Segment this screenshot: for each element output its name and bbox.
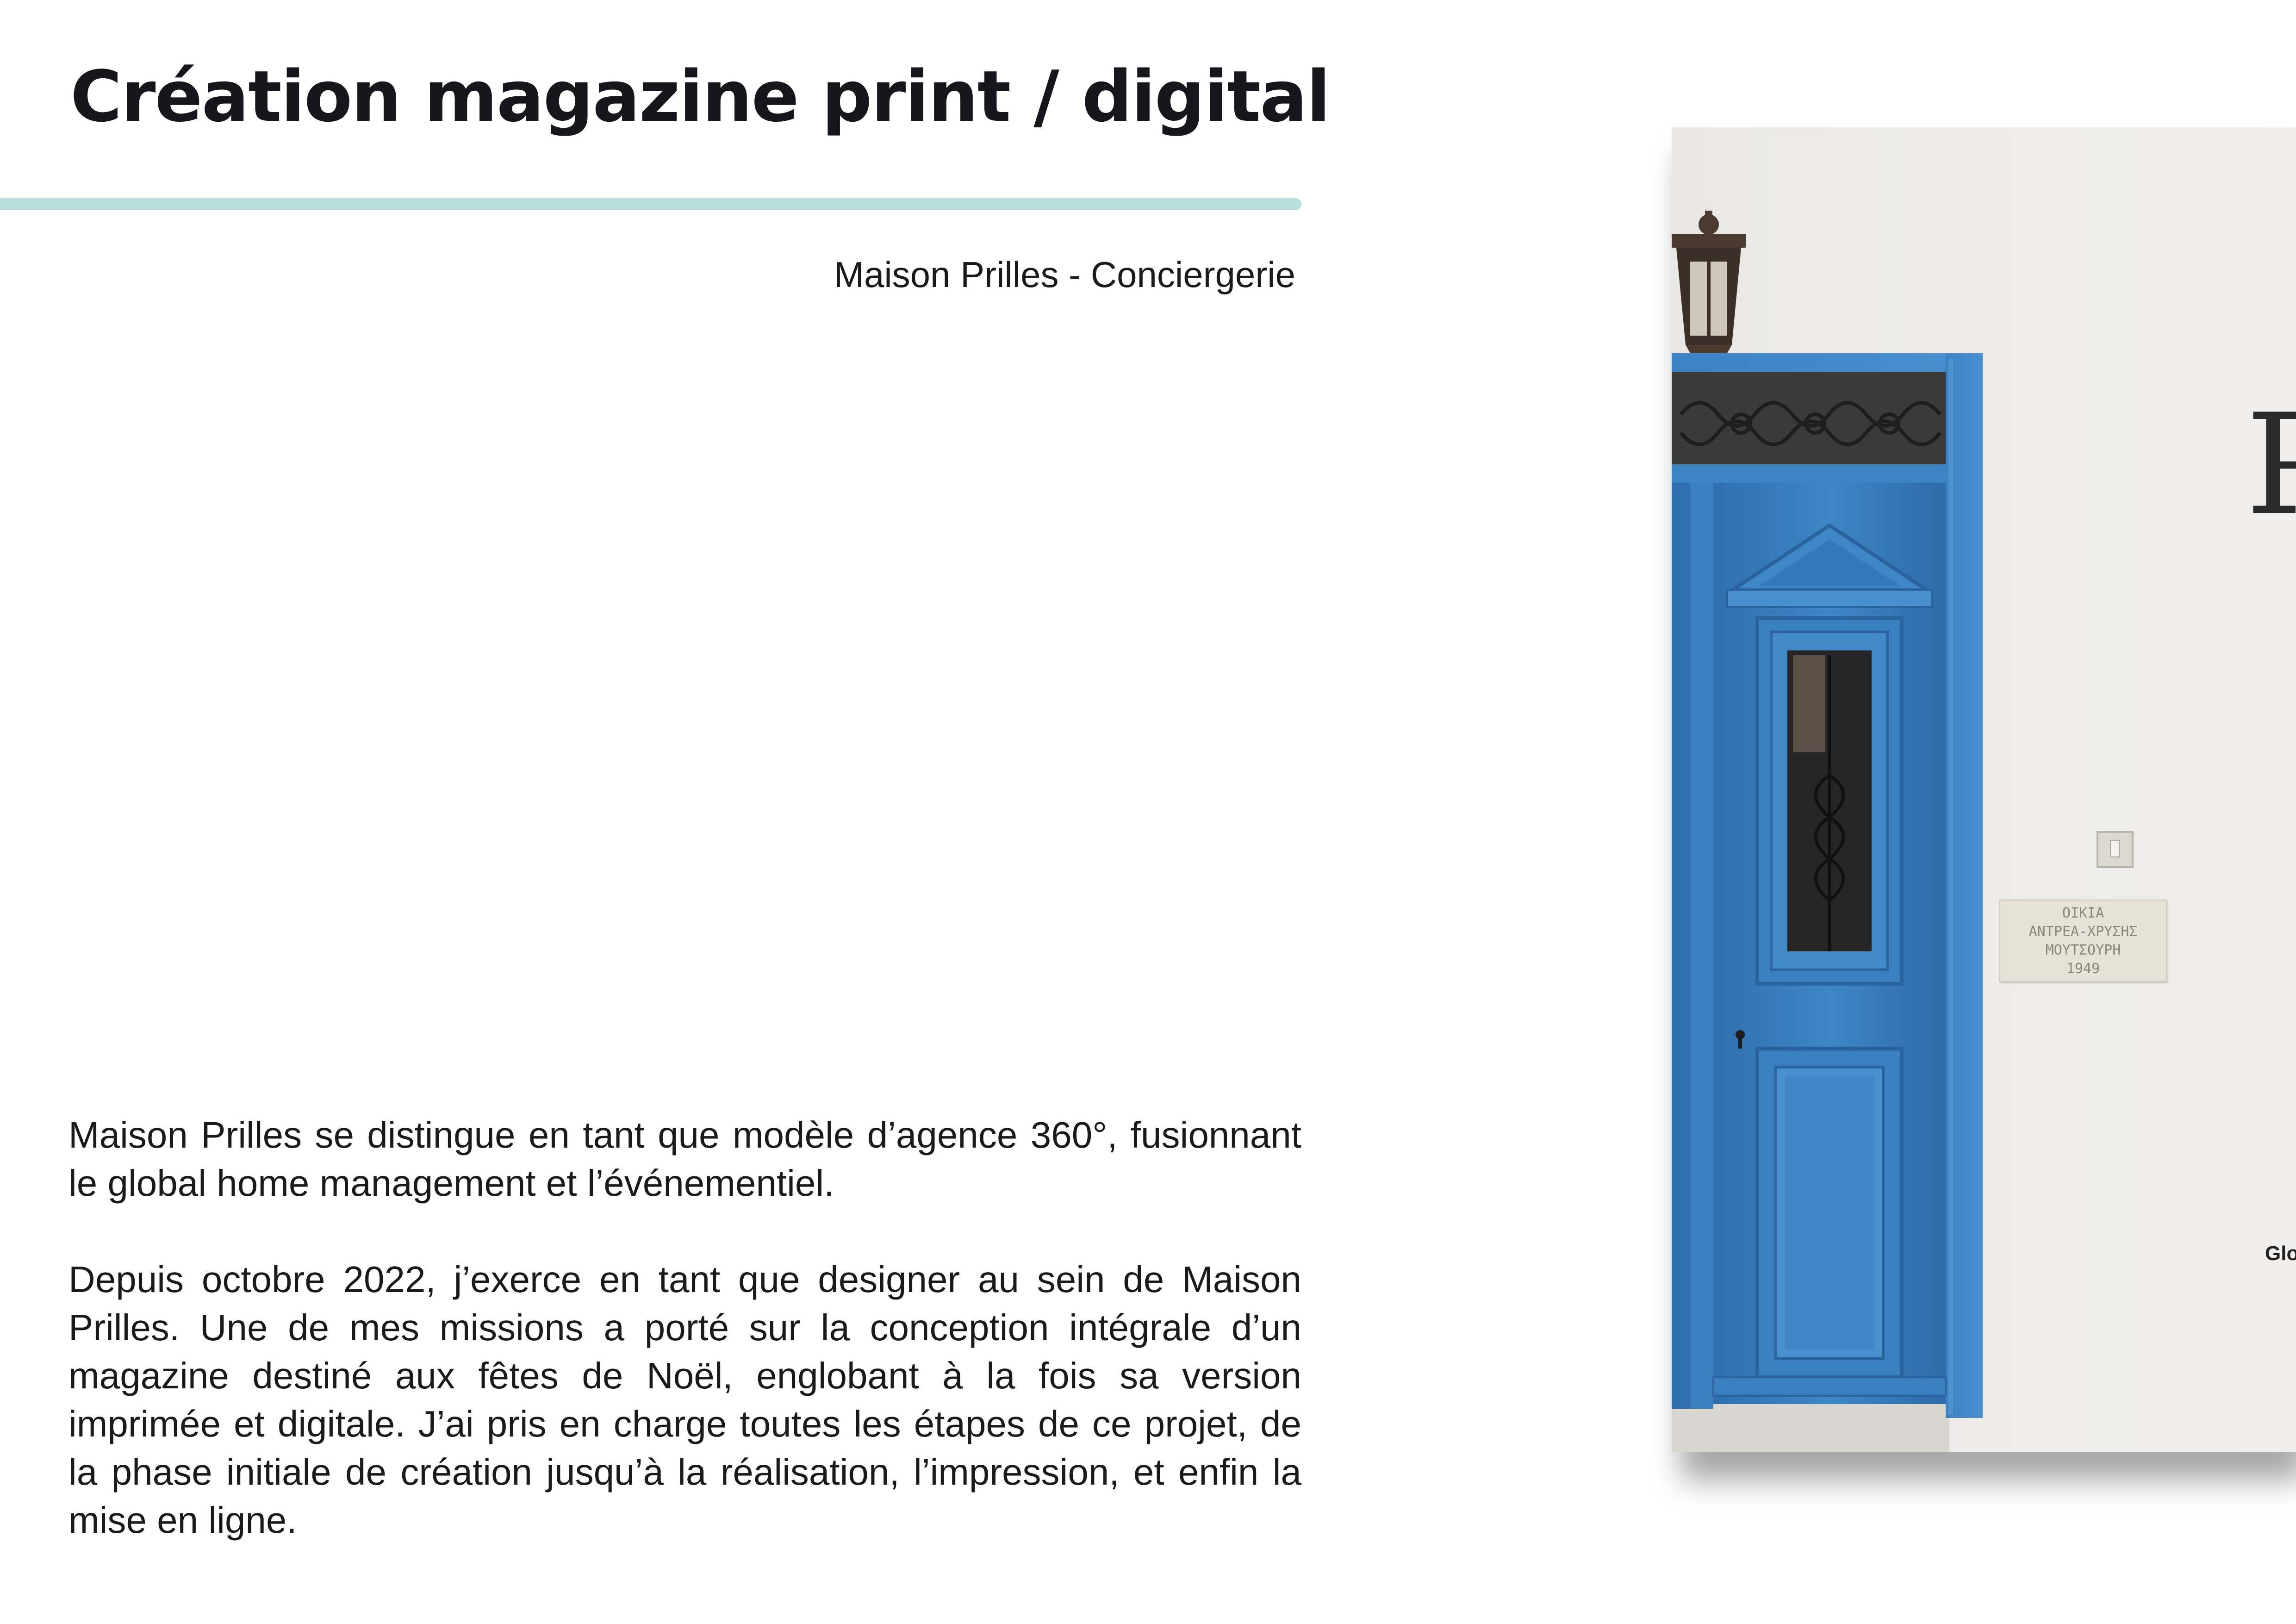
house-plaque: ΟΙΚΙΑ ΑΝΤΡΕΑ-ΧΡΥΣΗΣ ΜΟΥΤΣΟΥΡΗ 1949	[1999, 899, 2167, 982]
page-title: Création magazine print / digital	[70, 56, 1331, 137]
magazine-title-letter: P	[2246, 384, 2296, 546]
project-description: Maison Prilles se distingue en tant que …	[68, 1111, 1301, 1593]
description-paragraph: Maison Prilles se distingue en tant que …	[68, 1114, 1301, 1204]
plaque-line: ΜΟΥΤΣΟΥΡΗ	[2045, 942, 2121, 958]
title-divider	[0, 198, 1301, 210]
magazine-cover-photo	[1672, 211, 2134, 1452]
plaque-line: ΑΝΤΡΕΑ-ΧΡΥΣΗΣ	[2028, 924, 2138, 940]
plaque-line: 1949	[2066, 961, 2100, 977]
plaque-line: ΟΙΚΙΑ	[2062, 905, 2104, 921]
description-paragraph: Depuis octobre 2022, j’exerce en tant qu…	[68, 1259, 1301, 1541]
client-name: Maison Prilles - Conciergerie	[834, 254, 1295, 295]
magazine-footer-text: Glo	[2265, 1242, 2296, 1265]
magazine-cover-mockup: P ΟΙΚΙΑ ΑΝΤΡΕΑ-ΧΡΥΣΗΣ ΜΟΥΤΣΟΥΡΗ 1949 Glo	[1672, 127, 2296, 1452]
wall-lamp-icon	[1672, 211, 1746, 353]
